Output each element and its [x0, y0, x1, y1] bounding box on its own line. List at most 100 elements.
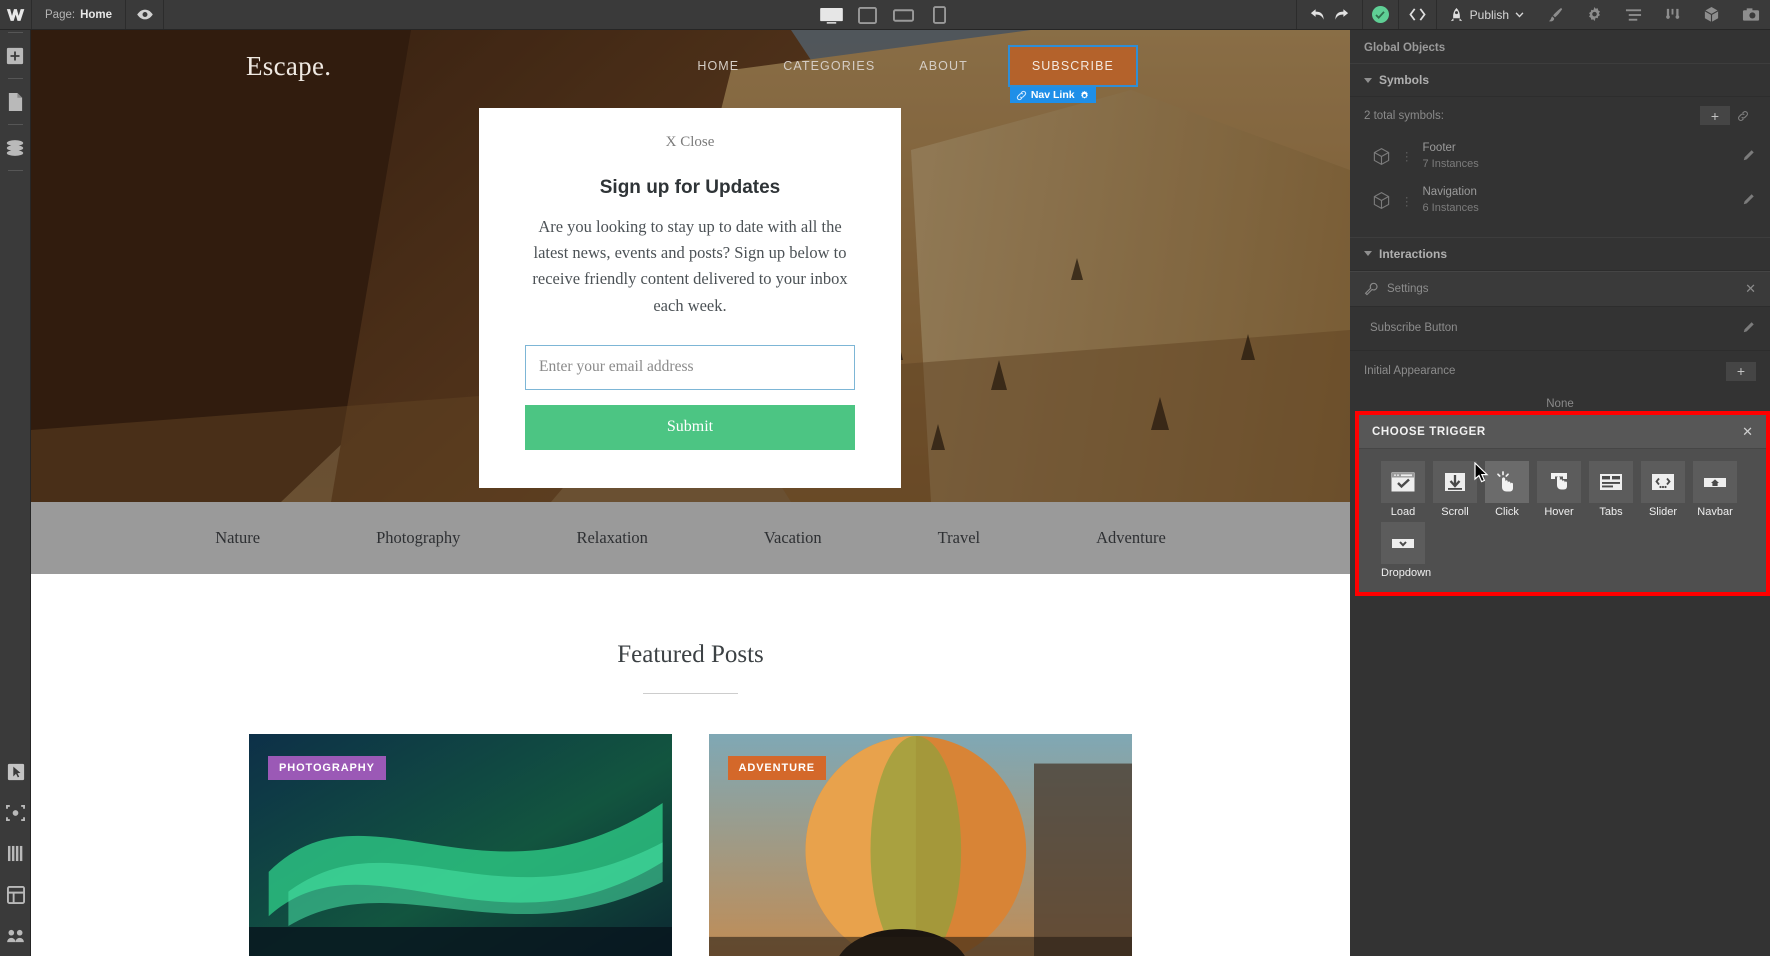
viewport-tablet[interactable]: [849, 0, 885, 30]
assets-panel-tab[interactable]: [1731, 0, 1770, 29]
nav-link-categories[interactable]: CATEGORIES: [761, 59, 897, 73]
site-nav-links: HOME CATEGORIES ABOUT SUBSCRIBE Nav Link: [675, 45, 1322, 103]
category-strip: Nature Photography Relaxation Vacation T…: [31, 502, 1350, 574]
publish-label: Publish: [1469, 7, 1509, 22]
close-x-icon[interactable]: ✕: [1745, 281, 1756, 297]
category-link-relaxation[interactable]: Relaxation: [518, 528, 705, 548]
paintbrush-icon: [1548, 7, 1563, 22]
category-link-vacation[interactable]: Vacation: [706, 528, 880, 548]
account-button[interactable]: [0, 915, 31, 956]
page-label: Page:: [45, 8, 76, 21]
submit-button[interactable]: Submit: [525, 404, 855, 450]
trigger-option-slider[interactable]: Slider: [1641, 461, 1685, 518]
divider: [7, 170, 23, 171]
navigator-panel-tab[interactable]: [1614, 0, 1653, 29]
chevron-down-icon: [1515, 11, 1524, 18]
subscribe-button[interactable]: SUBSCRIBE: [1007, 45, 1139, 87]
pencil-icon[interactable]: [1742, 148, 1756, 165]
chevron-down-icon: [1364, 77, 1372, 83]
subscribe-wrapper: SUBSCRIBE Nav Link: [1007, 45, 1139, 103]
post-tag[interactable]: ADVENTURE: [727, 756, 827, 780]
trigger-label: Hover: [1544, 506, 1574, 518]
nav-link-selection-badge[interactable]: Nav Link: [1009, 87, 1096, 103]
interaction-element-row[interactable]: Subscribe Button: [1350, 307, 1770, 351]
eye-icon: [136, 9, 153, 20]
category-link-nature[interactable]: Nature: [157, 528, 318, 548]
trigger-option-tabs[interactable]: Tabs: [1589, 461, 1633, 518]
symbols-count-row: 2 total symbols: +: [1350, 97, 1770, 134]
post-card[interactable]: PHOTOGRAPHY The Road Ahead: [249, 734, 673, 956]
category-link-adventure[interactable]: Adventure: [1038, 528, 1224, 548]
page-selector[interactable]: Page: Home: [32, 0, 127, 29]
pencil-icon[interactable]: [1742, 192, 1756, 209]
symbols-header-label: Symbols: [1379, 73, 1430, 87]
interactions-section-header[interactable]: Interactions: [1350, 236, 1770, 271]
add-symbol-button[interactable]: +: [1700, 106, 1730, 125]
custom-code-button[interactable]: [1397, 0, 1436, 29]
gear-icon[interactable]: [1079, 90, 1090, 101]
trigger-option-click[interactable]: Click: [1485, 461, 1529, 518]
add-elements-button[interactable]: [0, 35, 31, 76]
layout-guides-button[interactable]: [0, 874, 31, 915]
columns-button[interactable]: [0, 833, 31, 874]
trigger-option-scroll[interactable]: Scroll: [1433, 461, 1477, 518]
site-navbar[interactable]: Escape. HOME CATEGORIES ABOUT SUBSCRIBE …: [31, 30, 1350, 103]
initial-appearance-row: Initial Appearance +: [1350, 351, 1770, 392]
site-brand[interactable]: Escape.: [246, 51, 331, 82]
symbol-item-footer[interactable]: ⋮ Footer 7 Instances: [1350, 134, 1770, 178]
interactions-panel-tab[interactable]: [1653, 0, 1692, 29]
trigger-label: Load: [1390, 506, 1416, 518]
trigger-option-load[interactable]: Load: [1381, 461, 1425, 518]
trigger-option-dropdown[interactable]: Dropdown: [1381, 522, 1431, 579]
modal-close-label[interactable]: X Close: [525, 130, 855, 151]
email-input[interactable]: [525, 344, 855, 390]
symbol-name: Navigation: [1422, 186, 1477, 199]
symbols-section-header[interactable]: Symbols: [1350, 63, 1770, 97]
post-card[interactable]: ADVENTURE From Top Down: [708, 734, 1133, 956]
symbol-item-navigation[interactable]: ⋮ Navigation 6 Instances: [1350, 178, 1770, 222]
modal-title: Sign up for Updates: [599, 177, 781, 198]
hero-section[interactable]: L We Escape. HOME CATEGORIES ABOUT SUBSC…: [31, 30, 1350, 502]
symbols-count-label: 2 total symbols:: [1364, 109, 1444, 122]
pencil-icon[interactable]: [1742, 320, 1756, 337]
symbols-panel-tab[interactable]: [1692, 0, 1731, 29]
choose-trigger-popup[interactable]: CHOOSE TRIGGER ✕ Load Scroll Click Hover…: [1355, 411, 1770, 596]
viewport-mobile-portrait[interactable]: [921, 0, 957, 30]
style-panel-tab[interactable]: [1536, 0, 1575, 29]
category-link-travel[interactable]: Travel: [880, 528, 1038, 548]
modal-body-text: Are you looking to stay up to date with …: [532, 217, 848, 315]
settings-panel-tab[interactable]: [1575, 0, 1614, 29]
link-icon[interactable]: [1730, 106, 1756, 125]
close-x-icon[interactable]: ✕: [1742, 424, 1753, 440]
left-toolbar: [0, 30, 31, 956]
design-canvas[interactable]: L We Escape. HOME CATEGORIES ABOUT SUBSC…: [31, 30, 1350, 956]
add-initial-appearance-button[interactable]: +: [1726, 361, 1756, 381]
settings-label: Settings: [1387, 282, 1429, 295]
publish-button[interactable]: Publish: [1435, 0, 1536, 29]
trigger-label: Navbar: [1697, 506, 1733, 518]
nav-link-home[interactable]: HOME: [675, 59, 761, 73]
undo-arrow-icon[interactable]: [1309, 7, 1326, 22]
pages-button[interactable]: [0, 81, 31, 122]
post-tag[interactable]: PHOTOGRAPHY: [268, 756, 386, 780]
category-link-photography[interactable]: Photography: [318, 528, 518, 548]
page-name: Home: [80, 8, 113, 21]
webflow-logo[interactable]: [0, 0, 32, 29]
trigger-option-hover[interactable]: Hover: [1537, 461, 1581, 518]
select-tool-button[interactable]: [0, 751, 31, 792]
signup-modal[interactable]: X Close Sign up for Updates Are you look…: [479, 108, 901, 488]
choose-trigger-grid: Load Scroll Click Hover Tabs Slider Navb…: [1359, 449, 1766, 579]
interactions-settings-row[interactable]: Settings ✕: [1350, 270, 1770, 307]
viewport-mobile-landscape[interactable]: [885, 0, 921, 30]
preview-toggle[interactable]: [126, 0, 165, 29]
interactions-header-label: Interactions: [1379, 246, 1448, 261]
redo-arrow-icon[interactable]: [1333, 7, 1350, 22]
marquee-select-button[interactable]: [0, 792, 31, 833]
rocket-icon: [1450, 7, 1462, 21]
viewport-desktop[interactable]: [813, 0, 849, 30]
trigger-option-navbar[interactable]: Navbar: [1693, 461, 1737, 518]
trigger-label: Slider: [1648, 506, 1678, 518]
save-status[interactable]: [1361, 0, 1398, 29]
nav-link-about[interactable]: ABOUT: [897, 59, 990, 73]
cms-collections-button[interactable]: [0, 127, 31, 168]
